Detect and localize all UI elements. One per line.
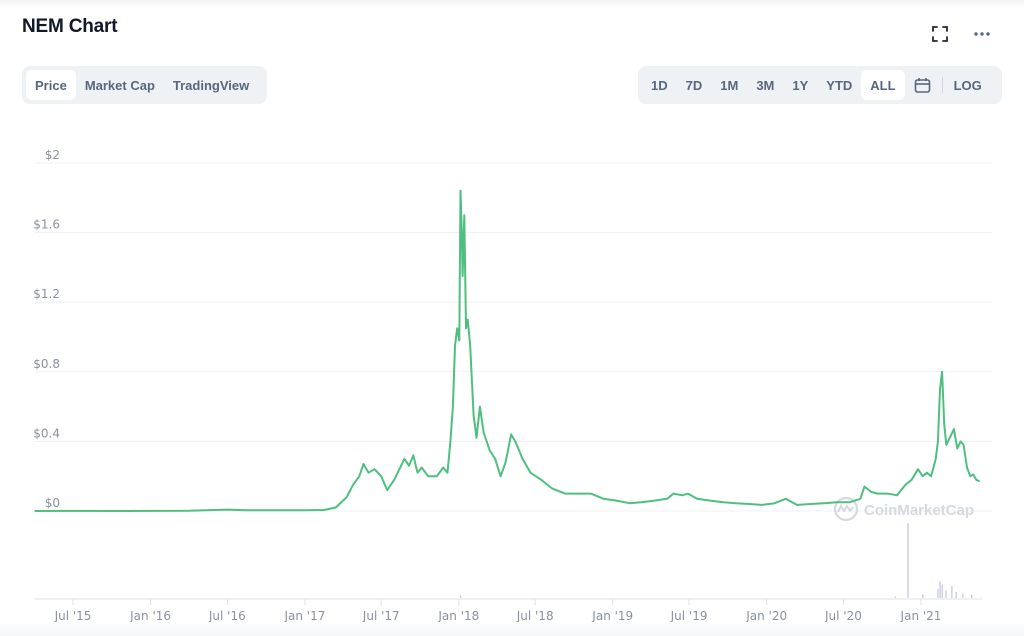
volume-bar — [941, 584, 943, 598]
y-tick-label: $0.8 — [33, 357, 60, 371]
volume-bar — [922, 594, 924, 598]
volume-bar — [937, 589, 939, 598]
volume-bar — [955, 592, 957, 598]
y-tick-label: $2 — [45, 148, 60, 162]
x-tick-label: Jan '21 — [900, 609, 942, 623]
volume-bar — [945, 590, 947, 598]
x-tick-label: Jul '15 — [54, 609, 92, 623]
volume-bar — [962, 593, 964, 598]
volume-bar — [971, 595, 973, 598]
x-tick-label: Jan '19 — [591, 609, 633, 623]
volume-bar — [939, 581, 941, 598]
price-line — [34, 189, 981, 512]
price-points — [34, 190, 980, 511]
price-chart[interactable]: $0 $0.4 $0.8 $1.2 $1.6 $2 CoinMarketCap Jul '… — [0, 0, 1024, 636]
x-tick-label: Jan '16 — [129, 609, 171, 623]
y-tick-label: $1.2 — [33, 287, 60, 301]
y-tick-label: $0.4 — [33, 426, 60, 440]
volume-bar — [894, 596, 897, 598]
x-tick-label: Jul '20 — [824, 609, 862, 623]
volume-bar — [459, 595, 462, 598]
volume-bar — [907, 523, 909, 598]
y-tick-label: $1.6 — [33, 218, 60, 232]
x-tick-label: Jul '16 — [208, 609, 246, 623]
bottom-shadow — [0, 622, 1024, 636]
x-tick-label: Jan '20 — [745, 609, 787, 623]
coinmarketcap-watermark: CoinMarketCap — [833, 496, 974, 522]
x-tick-label: Jan '18 — [437, 609, 479, 623]
watermark-text: CoinMarketCap — [864, 502, 974, 519]
x-tick-label: Jul '19 — [670, 609, 708, 623]
x-tick-label: Jul '17 — [362, 609, 400, 623]
x-tick-label: Jul '18 — [516, 609, 554, 623]
x-tick-label: Jan '17 — [283, 609, 325, 623]
y-tick-label: $0 — [45, 496, 60, 510]
volume-bar — [951, 586, 953, 598]
